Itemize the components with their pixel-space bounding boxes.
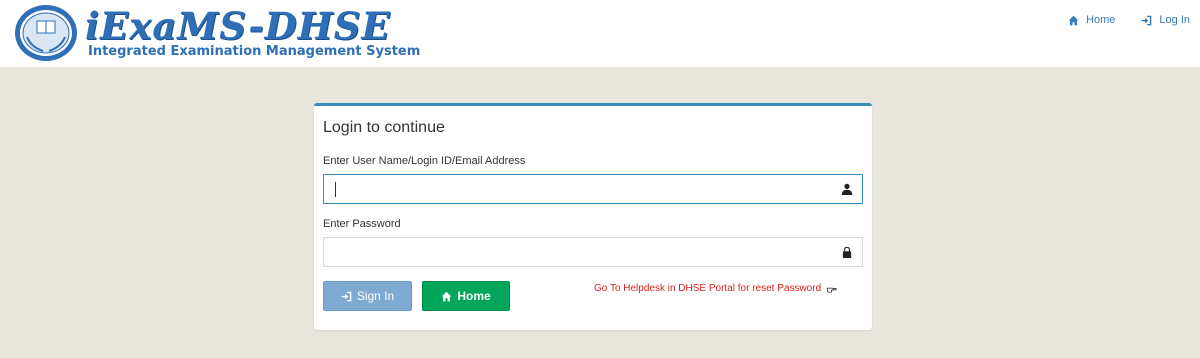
home-button[interactable]: Home: [422, 281, 510, 311]
logo-emblem: [15, 5, 77, 61]
text-caret: [335, 182, 336, 197]
username-input[interactable]: [324, 175, 862, 203]
sign-in-icon: [341, 291, 352, 301]
home-icon: [1068, 15, 1079, 25]
nav-login-link[interactable]: Log In: [1141, 13, 1190, 27]
brand-title: iExaMS-DHSE: [85, 4, 391, 48]
helpdesk-link-label: Go To Helpdesk in DHSE Portal for reset …: [594, 283, 822, 294]
nav-home-link[interactable]: Home: [1068, 13, 1115, 27]
home-button-label: Home: [457, 289, 491, 303]
sign-in-icon: [1142, 15, 1152, 25]
password-field-wrap: [323, 237, 863, 267]
lock-icon: [842, 246, 852, 258]
password-label: Enter Password: [323, 218, 401, 230]
sign-in-label: Sign In: [356, 289, 395, 303]
helpdesk-link[interactable]: Go To Helpdesk in DHSE Portal for reset …: [594, 282, 837, 296]
username-label: Enter User Name/Login ID/Email Address: [323, 155, 526, 167]
hand-pointer-icon: [827, 287, 837, 293]
panel-title: Login to continue: [323, 119, 445, 136]
top-navbar: iExaMS-DHSE Integrated Examination Manag…: [0, 0, 1200, 67]
top-nav: Home Log In: [1068, 13, 1190, 27]
sign-in-button[interactable]: Sign In: [323, 281, 412, 311]
brand-subtitle: Integrated Examination Management System: [88, 44, 421, 59]
password-input[interactable]: [324, 238, 862, 266]
user-icon: [841, 183, 853, 195]
nav-login-label: Log In: [1159, 14, 1190, 26]
nav-home-label: Home: [1086, 14, 1116, 26]
home-icon: [442, 291, 452, 301]
login-panel: Login to continue Enter User Name/Login …: [314, 103, 872, 330]
username-field-wrap: [323, 174, 863, 204]
